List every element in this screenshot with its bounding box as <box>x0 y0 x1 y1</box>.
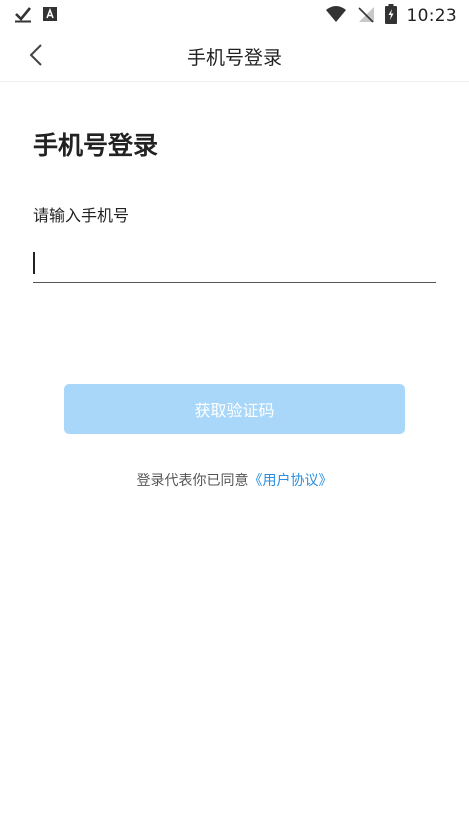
status-bar: 10:23 <box>0 0 469 32</box>
user-agreement-link[interactable]: 《用户协议》 <box>249 473 333 489</box>
status-left <box>14 5 58 27</box>
agreement-text: 登录代表你已同意《用户协议》 <box>0 470 469 490</box>
phone-input[interactable] <box>33 244 436 282</box>
phone-field-label: 请输入手机号 <box>33 206 130 225</box>
status-right: 10:23 <box>325 4 458 28</box>
text-caret <box>33 252 35 274</box>
download-check-icon <box>14 5 32 27</box>
back-button[interactable] <box>20 41 52 73</box>
chevron-left-icon <box>29 44 43 70</box>
wifi-icon <box>325 5 347 27</box>
agreement-prefix: 登录代表你已同意 <box>136 473 249 489</box>
get-code-button[interactable]: 获取验证码 <box>64 384 405 434</box>
phone-input-container <box>33 244 436 283</box>
nav-bar: 手机号登录 <box>0 32 469 82</box>
page-title: 手机号登录 <box>33 131 159 160</box>
no-signal-icon <box>357 5 375 27</box>
app-a-icon <box>42 6 58 26</box>
status-time: 10:23 <box>406 6 457 26</box>
battery-charging-icon <box>384 4 397 28</box>
nav-title: 手机号登录 <box>186 47 282 69</box>
